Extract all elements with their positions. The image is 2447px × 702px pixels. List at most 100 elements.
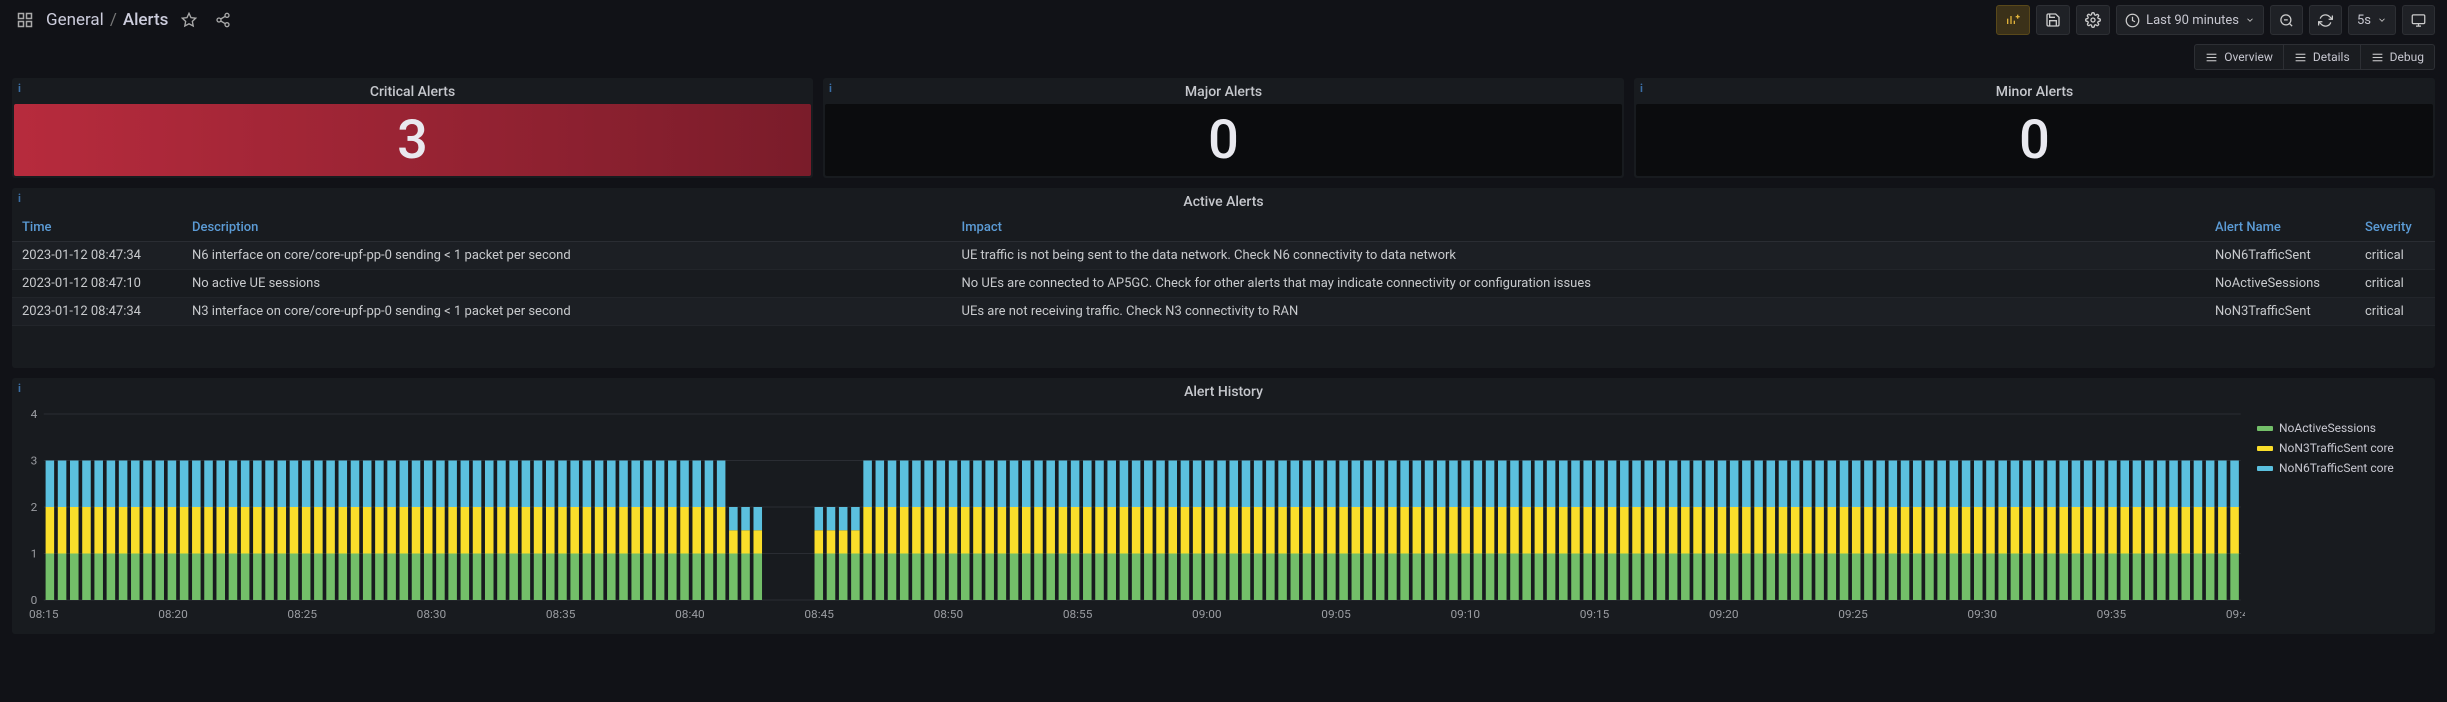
refresh-button[interactable] (2309, 5, 2342, 35)
svg-text:09:05: 09:05 (1321, 607, 1351, 620)
settings-icon[interactable] (2076, 5, 2110, 35)
breadcrumb-folder[interactable]: General (46, 10, 104, 30)
panel-title: Minor Alerts (1634, 78, 2435, 104)
cell-sev: critical (2355, 270, 2435, 298)
zoom-out-button[interactable] (2270, 5, 2303, 35)
save-button[interactable] (2036, 5, 2070, 35)
legend-label: NoN3TrafficSent core (2279, 441, 2394, 455)
cell-name: NoN6TrafficSent (2205, 242, 2355, 270)
panel-major-alerts: i Major Alerts 0 (823, 78, 1624, 178)
apps-icon[interactable] (12, 7, 38, 33)
svg-text:08:25: 08:25 (287, 607, 317, 620)
panel-active-alerts: i Active Alerts Time Description Impact … (12, 188, 2435, 368)
svg-text:3: 3 (31, 454, 38, 467)
svg-text:4: 4 (31, 407, 38, 420)
stat-major-value: 0 (825, 104, 1622, 176)
col-desc-header[interactable]: Description (182, 214, 952, 242)
alert-history-chart[interactable]: 0 1 2 3 4 08:15 08:20 08:25 08:30 08:35 08:40 08:45… (20, 404, 2245, 624)
table-row[interactable]: 2023-01-12 08:47:34N3 interface on core/… (12, 298, 2435, 326)
svg-text:09:15: 09:15 (1580, 607, 1610, 620)
legend-swatch (2257, 426, 2273, 431)
star-icon[interactable] (176, 7, 202, 33)
cell-time: 2023-01-12 08:47:34 (12, 298, 182, 326)
legend-label: NoActiveSessions (2279, 421, 2376, 435)
panel-title: Alert History (20, 378, 2427, 404)
svg-text:1: 1 (31, 547, 38, 560)
svg-text:08:40: 08:40 (675, 607, 705, 620)
view-details-button[interactable]: Details (2284, 44, 2361, 70)
cell-impact: UE traffic is not being sent to the data… (952, 242, 2205, 270)
chevron-down-icon (2377, 15, 2387, 25)
add-panel-button[interactable] (1996, 5, 2030, 35)
cell-sev: critical (2355, 298, 2435, 326)
legend-item[interactable]: NoN3TrafficSent core (2257, 438, 2427, 458)
svg-text:09:10: 09:10 (1451, 607, 1481, 620)
time-range-label: Last 90 minutes (2146, 13, 2239, 28)
panel-title: Critical Alerts (12, 78, 813, 104)
table-row[interactable]: 2023-01-12 08:47:34N6 interface on core/… (12, 242, 2435, 270)
active-alerts-table: Time Description Impact Alert Name Sever… (12, 214, 2435, 326)
svg-text:08:30: 08:30 (417, 607, 447, 620)
table-row[interactable]: 2023-01-12 08:47:10No active UE sessions… (12, 270, 2435, 298)
svg-text:09:35: 09:35 (2097, 607, 2127, 620)
svg-text:08:15: 08:15 (29, 607, 59, 620)
cell-name: NoActiveSessions (2205, 270, 2355, 298)
svg-text:09:25: 09:25 (1838, 607, 1868, 620)
svg-text:2: 2 (31, 500, 38, 513)
panel-title: Major Alerts (823, 78, 1624, 104)
cell-impact: UEs are not receiving traffic. Check N3 … (952, 298, 2205, 326)
stat-critical-value: 3 (14, 104, 811, 176)
svg-text:08:20: 08:20 (158, 607, 188, 620)
svg-text:09:00: 09:00 (1192, 607, 1222, 620)
legend-swatch (2257, 446, 2273, 451)
svg-text:08:45: 08:45 (804, 607, 834, 620)
view-debug-label: Debug (2390, 50, 2424, 64)
col-time-header[interactable]: Time (12, 214, 182, 242)
panel-info-icon[interactable]: i (1640, 82, 1643, 95)
svg-text:09:40: 09:40 (2226, 607, 2245, 620)
legend-item[interactable]: NoActiveSessions (2257, 418, 2427, 438)
svg-text:08:55: 08:55 (1063, 607, 1093, 620)
refresh-interval-label: 5s (2357, 13, 2371, 28)
cell-desc: N6 interface on core/core-upf-pp-0 sendi… (182, 242, 952, 270)
breadcrumb-sep: / (110, 10, 117, 30)
share-icon[interactable] (210, 7, 236, 33)
panel-alert-history: i Alert History 0 1 2 3 4 08:15 08:20 08:25 08:3… (12, 378, 2435, 634)
col-sev-header[interactable]: Severity (2355, 214, 2435, 242)
view-overview-label: Overview (2224, 50, 2273, 64)
tv-mode-button[interactable] (2402, 5, 2435, 35)
breadcrumb-page[interactable]: Alerts (123, 10, 169, 30)
svg-text:0: 0 (31, 593, 38, 606)
cell-impact: No UEs are connected to AP5GC. Check for… (952, 270, 2205, 298)
time-range-picker[interactable]: Last 90 minutes (2116, 5, 2264, 35)
panel-info-icon[interactable]: i (18, 192, 21, 205)
breadcrumb: General / Alerts (46, 10, 168, 30)
panel-info-icon[interactable]: i (18, 382, 21, 395)
panel-title: Active Alerts (12, 188, 2435, 214)
svg-text:08:35: 08:35 (546, 607, 576, 620)
panel-info-icon[interactable]: i (18, 82, 21, 95)
legend-swatch (2257, 466, 2273, 471)
view-overview-button[interactable]: Overview (2194, 44, 2284, 70)
svg-text:09:30: 09:30 (1967, 607, 1997, 620)
svg-text:08:50: 08:50 (934, 607, 964, 620)
view-details-label: Details (2313, 50, 2350, 64)
panel-critical-alerts: i Critical Alerts 3 (12, 78, 813, 178)
refresh-interval-picker[interactable]: 5s (2348, 5, 2396, 35)
cell-name: NoN3TrafficSent (2205, 298, 2355, 326)
cell-sev: critical (2355, 242, 2435, 270)
chart-legend: NoActiveSessions NoN3TrafficSent core NoN6… (2257, 404, 2427, 628)
panel-info-icon[interactable]: i (829, 82, 832, 95)
view-debug-button[interactable]: Debug (2361, 44, 2435, 70)
cell-time: 2023-01-12 08:47:10 (12, 270, 182, 298)
svg-text:09:20: 09:20 (1709, 607, 1739, 620)
cell-time: 2023-01-12 08:47:34 (12, 242, 182, 270)
col-impact-header[interactable]: Impact (952, 214, 2205, 242)
col-name-header[interactable]: Alert Name (2205, 214, 2355, 242)
cell-desc: No active UE sessions (182, 270, 952, 298)
chevron-down-icon (2245, 15, 2255, 25)
legend-label: NoN6TrafficSent core (2279, 461, 2394, 475)
legend-item[interactable]: NoN6TrafficSent core (2257, 458, 2427, 478)
panel-minor-alerts: i Minor Alerts 0 (1634, 78, 2435, 178)
cell-desc: N3 interface on core/core-upf-pp-0 sendi… (182, 298, 952, 326)
